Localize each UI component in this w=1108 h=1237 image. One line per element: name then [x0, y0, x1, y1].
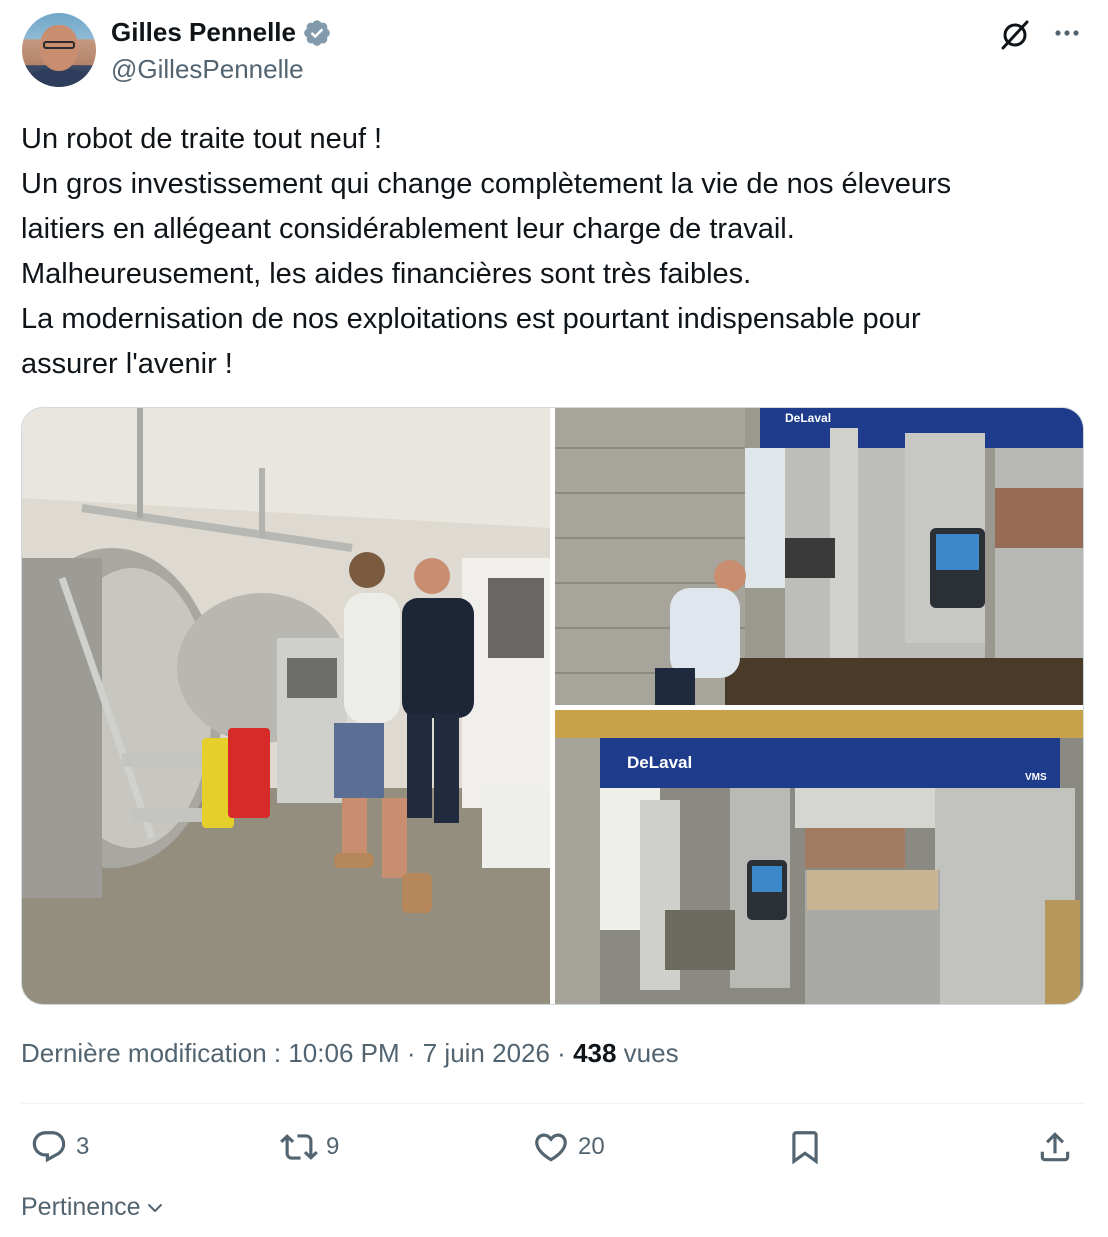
more-options-icon[interactable] [1050, 18, 1084, 48]
divider [21, 1103, 1084, 1104]
tweet-text-line: Malheureusement, les aides financières s… [21, 258, 752, 290]
bookmark-icon [792, 1131, 818, 1165]
verified-badge-icon[interactable] [302, 18, 332, 48]
photo-milk-tank-room[interactable] [22, 408, 550, 1004]
photo-delaval-vms[interactable]: DeLaval VMS [555, 710, 1083, 1004]
author-handle[interactable]: @GillesPennelle [111, 54, 304, 85]
tweet-text-line: Un gros investissement qui change complè… [21, 168, 952, 200]
vms-model-label: VMS [1025, 772, 1047, 783]
tweet-meta: Dernière modification : 10:06 PM · 7 jui… [21, 1038, 679, 1069]
retweet-count: 9 [326, 1133, 340, 1160]
tweet-text-line: laitiers en allégeant considérablement l… [21, 213, 795, 245]
reply-icon [32, 1131, 66, 1163]
avatar-glasses [43, 41, 75, 49]
chevron-down-icon [147, 1203, 162, 1212]
like-count: 20 [578, 1133, 605, 1160]
grok-icon[interactable] [998, 18, 1032, 52]
bookmark-button[interactable] [786, 1128, 824, 1166]
tweet-text-line: assurer l'avenir ! [21, 348, 233, 380]
author-display-name[interactable]: Gilles Pennelle [111, 17, 296, 48]
reply-button[interactable]: 3 [30, 1128, 89, 1166]
reply-sort-dropdown[interactable]: Pertinence [21, 1193, 165, 1222]
avatar-shirt [26, 69, 92, 87]
views-label: vues [616, 1038, 679, 1068]
like-button[interactable]: 20 [532, 1128, 605, 1166]
author-name-row: Gilles Pennelle [111, 17, 332, 48]
share-icon [1040, 1132, 1070, 1162]
retweet-button[interactable]: 9 [280, 1128, 339, 1166]
share-button[interactable] [1036, 1128, 1074, 1166]
media-grid: DeLaval DeLaval VMS [21, 407, 1084, 1005]
tweet-text-line: La modernisation de nos exploitations es… [21, 303, 921, 335]
sort-label: Pertinence [21, 1193, 141, 1221]
photo-robot-inspection[interactable]: DeLaval [555, 408, 1083, 705]
robot-brand-label: DeLaval [785, 411, 831, 425]
retweet-icon [280, 1134, 318, 1160]
views-count: 438 [573, 1038, 617, 1068]
avatar[interactable] [22, 13, 96, 87]
delaval-logo-text: DeLaval [627, 753, 692, 772]
edited-timestamp[interactable]: Dernière modification : 10:06 PM · 7 jui… [21, 1038, 573, 1068]
tweet-card: Gilles Pennelle @GillesPennelle Un robot… [0, 0, 1108, 1237]
reply-count: 3 [76, 1133, 90, 1160]
tweet-text-line: Un robot de traite tout neuf ! [21, 123, 383, 155]
tweet-text: Un robot de traite tout neuf ! Un gros i… [21, 117, 1091, 387]
heart-icon [535, 1133, 567, 1162]
